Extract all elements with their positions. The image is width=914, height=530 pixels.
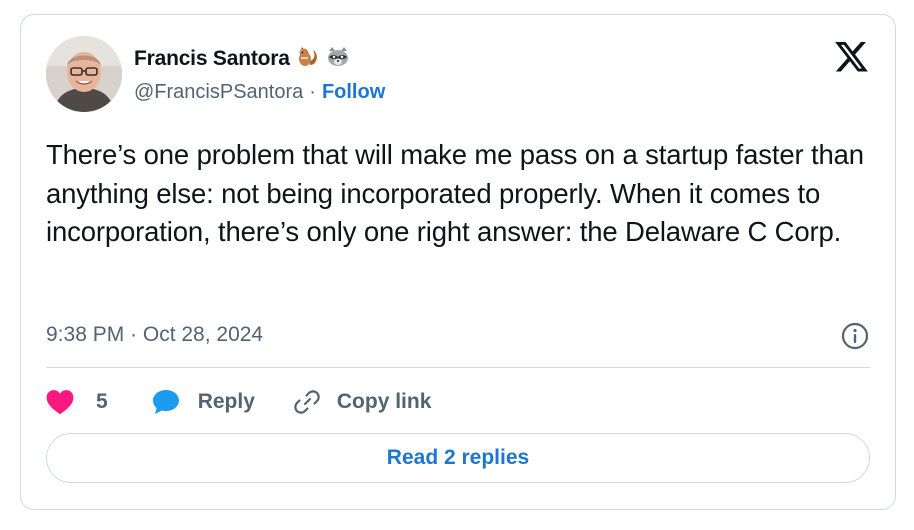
- tweet-text: There’s one problem that will make me pa…: [46, 139, 864, 247]
- tweet-header: Francis Santora @FrancisPSantora · Follo…: [46, 36, 870, 114]
- follow-button[interactable]: Follow: [322, 81, 385, 104]
- name-row: Francis Santora: [134, 44, 385, 74]
- link-icon: [293, 388, 321, 416]
- read-replies-label: Read 2 replies: [386, 446, 530, 469]
- avatar[interactable]: [46, 36, 122, 112]
- heart-icon: [46, 389, 74, 415]
- raccoon-emoji: [326, 45, 350, 73]
- tweet-meta: 9:38 PM · Oct 28, 2024: [46, 321, 870, 351]
- tweet-card: Francis Santora @FrancisPSantora · Follo…: [20, 14, 896, 510]
- display-name[interactable]: Francis Santora: [134, 47, 290, 71]
- timestamp[interactable]: 9:38 PM · Oct 28, 2024: [46, 323, 263, 347]
- copy-link-button[interactable]: Copy link: [293, 388, 432, 416]
- like-button[interactable]: 5: [46, 389, 108, 415]
- info-icon[interactable]: [840, 321, 870, 351]
- chipmunk-emoji: [296, 45, 320, 73]
- author-block: Francis Santora @FrancisPSantora · Follo…: [134, 44, 385, 104]
- x-logo-icon[interactable]: [835, 42, 868, 72]
- handle[interactable]: @FrancisPSantora: [134, 81, 303, 104]
- divider: [46, 367, 870, 368]
- handle-row: @FrancisPSantora · Follow: [134, 81, 385, 104]
- reply-label: Reply: [197, 390, 255, 413]
- separator-dot: ·: [309, 81, 316, 103]
- like-count: 5: [96, 390, 108, 413]
- reply-button[interactable]: Reply: [152, 389, 255, 415]
- read-replies-button[interactable]: Read 2 replies: [46, 433, 870, 483]
- copy-link-label: Copy link: [336, 390, 432, 413]
- speech-bubble-icon: [152, 389, 180, 415]
- action-bar: 5 Reply Copy link: [46, 385, 431, 419]
